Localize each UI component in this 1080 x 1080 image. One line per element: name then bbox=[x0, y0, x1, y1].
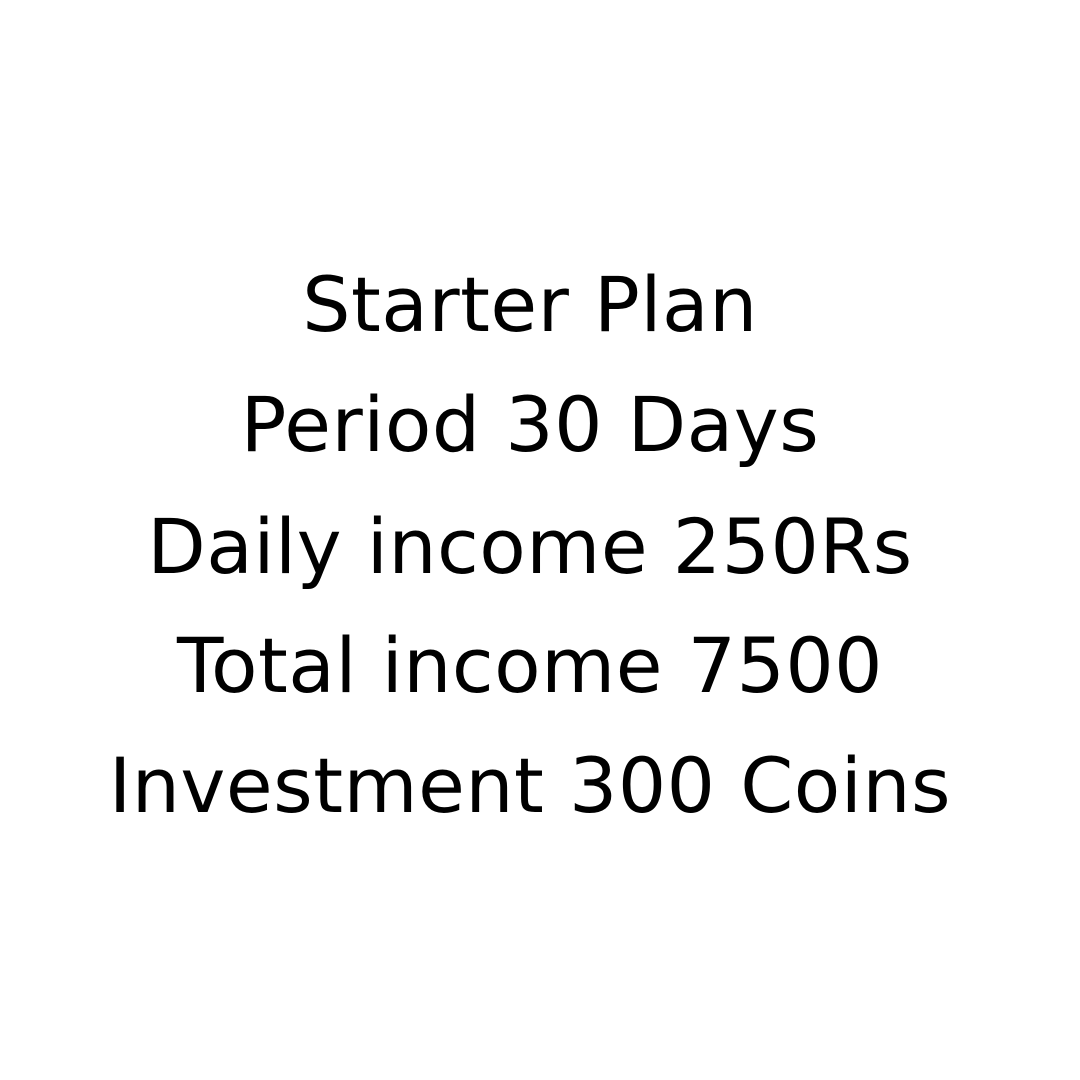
plan-period: Period 30 Days bbox=[240, 380, 820, 469]
plan-title: Starter Plan bbox=[302, 260, 758, 349]
plan-investment: Investment 300 Coins bbox=[108, 741, 952, 830]
plan-total-income: Total income 7500 bbox=[176, 621, 884, 710]
plan-card: Starter Plan Period 30 Days Daily income… bbox=[0, 0, 1080, 1080]
plan-daily-income: Daily income 250Rs bbox=[147, 502, 913, 591]
